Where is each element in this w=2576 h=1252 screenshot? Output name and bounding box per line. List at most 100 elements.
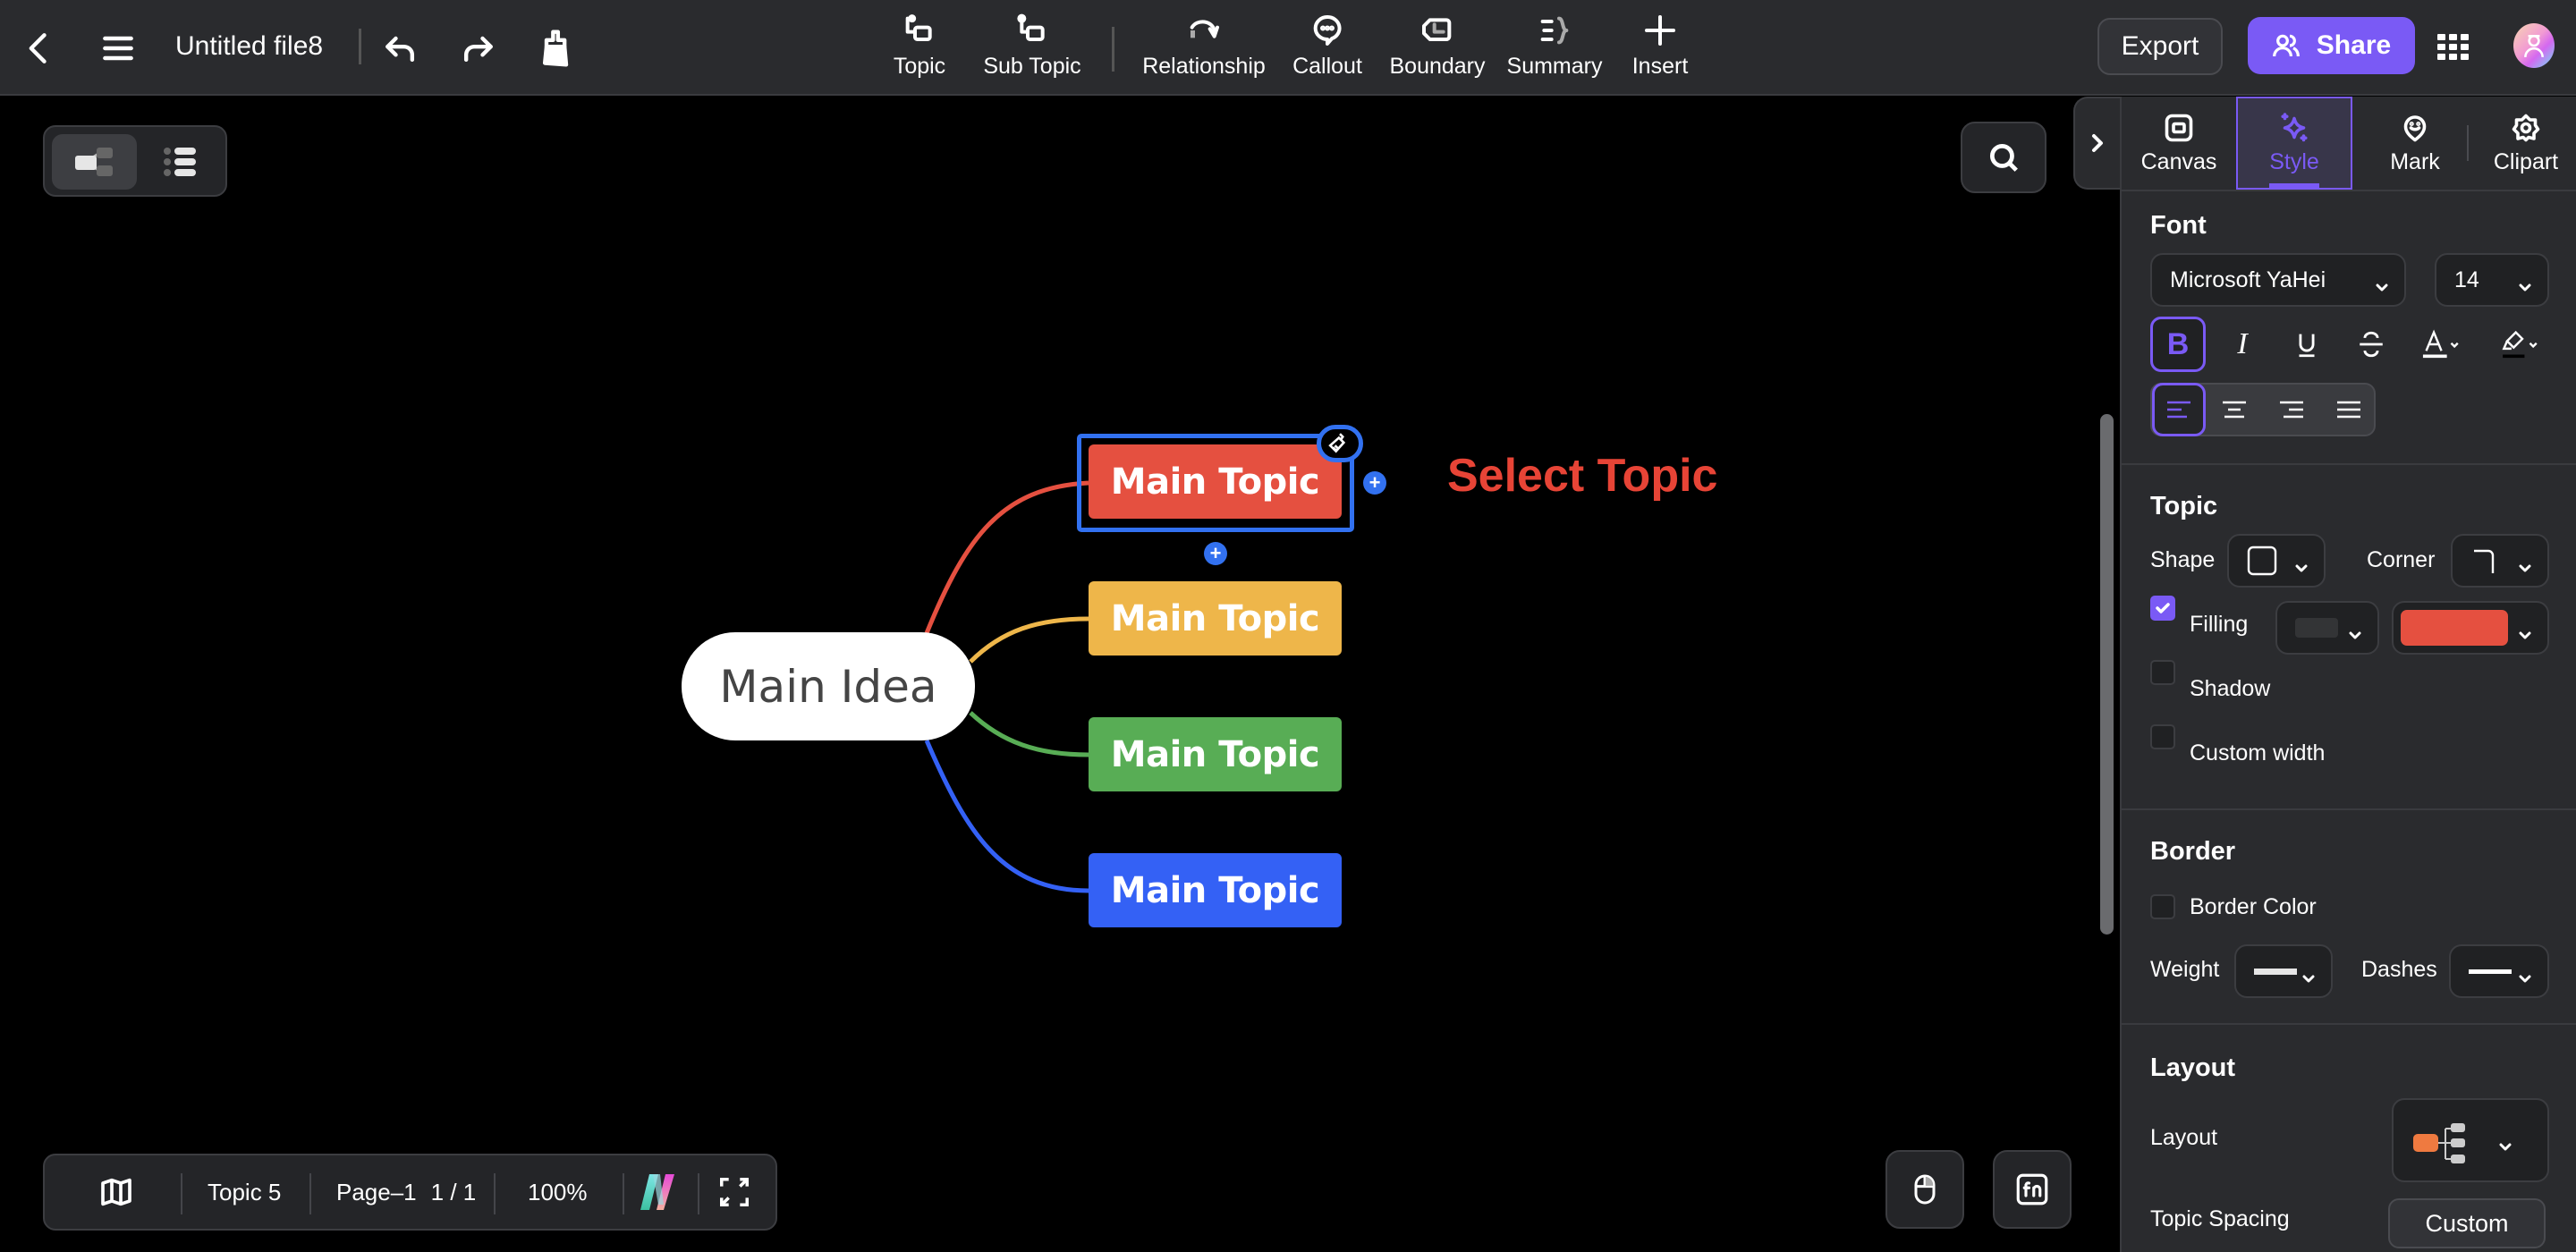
- tool-topic[interactable]: Topic: [886, 13, 953, 88]
- layout-label: Layout: [2150, 1125, 2218, 1150]
- corner-label: Corner: [2367, 547, 2436, 572]
- main-topic-node-1[interactable]: Main Topic: [1089, 444, 1342, 519]
- underline-button[interactable]: [2279, 317, 2334, 372]
- tab-clipart[interactable]: Clipart: [2476, 97, 2576, 190]
- view-mode-toggle: [43, 125, 227, 197]
- canvas-search-button[interactable]: [1961, 122, 2046, 193]
- layout-tree-icon: [2413, 1123, 2465, 1163]
- share-button[interactable]: Share: [2248, 17, 2415, 74]
- main-idea-node[interactable]: Main Idea: [682, 632, 975, 740]
- outline-view-button[interactable]: [148, 134, 219, 190]
- align-right-button[interactable]: [2267, 385, 2317, 435]
- fill-color-select[interactable]: [2392, 601, 2549, 655]
- undo-button[interactable]: [376, 23, 426, 73]
- shape-label: Shape: [2150, 547, 2216, 572]
- font-family-select[interactable]: Microsoft YaHei: [2150, 253, 2406, 307]
- tool-callout[interactable]: Callout: [1288, 13, 1367, 88]
- shortcut-keys-button[interactable]: [1993, 1150, 2072, 1229]
- topic-spacing-label: Topic Spacing: [2150, 1206, 2290, 1231]
- tab-style[interactable]: Style: [2236, 97, 2352, 190]
- chevron-down-icon: [2499, 1134, 2512, 1151]
- main-topic-node-2[interactable]: Main Topic: [1089, 581, 1342, 656]
- undo-icon: [386, 36, 415, 63]
- canvas-scrollbar[interactable]: [2100, 414, 2114, 935]
- custom-width-checkbox[interactable]: [2150, 724, 2175, 749]
- callout-icon: [1313, 14, 1342, 46]
- avatar[interactable]: [2513, 23, 2555, 68]
- dashes-label: Dashes: [2361, 957, 2437, 982]
- format-painter-button[interactable]: [531, 23, 581, 73]
- font-color-icon: [2422, 329, 2459, 359]
- back-button[interactable]: [14, 23, 64, 73]
- fill-style-swatch: [2295, 618, 2338, 638]
- share-label: Share: [2316, 30, 2392, 60]
- minimap-button[interactable]: [98, 1155, 134, 1229]
- shadow-checkbox[interactable]: [2150, 660, 2175, 685]
- tool-relationship[interactable]: Relationship: [1136, 13, 1272, 88]
- map-icon: [101, 1178, 131, 1206]
- page-selector[interactable]: Page–1 1 / 1: [336, 1155, 476, 1229]
- align-left-button[interactable]: [2152, 383, 2206, 436]
- bold-button[interactable]: B: [2150, 317, 2206, 372]
- add-sibling-right-button[interactable]: +: [1363, 471, 1386, 495]
- collapse-panel-button[interactable]: [2073, 97, 2120, 190]
- topic-spacing-custom-button[interactable]: Custom: [2388, 1198, 2546, 1248]
- outline-view-icon: [164, 148, 196, 176]
- font-size-select[interactable]: 14: [2435, 253, 2549, 307]
- italic-button[interactable]: I: [2215, 317, 2270, 372]
- topic-icon: [905, 14, 932, 41]
- add-subtopic-below-button[interactable]: +: [1204, 542, 1227, 565]
- border-weight-select[interactable]: [2234, 944, 2333, 998]
- panel-tabs: Canvas Style Mark Clipart: [2122, 97, 2576, 191]
- chevron-down-icon: [2302, 966, 2315, 983]
- main-topic-node-3[interactable]: Main Topic: [1089, 717, 1342, 791]
- mindmap-canvas[interactable]: [0, 97, 2120, 1252]
- layout-select[interactable]: [2392, 1098, 2549, 1182]
- tool-subtopic[interactable]: Sub Topic: [975, 13, 1089, 88]
- tab-mark[interactable]: Mark: [2361, 97, 2469, 190]
- mindmap-view-icon: [75, 148, 113, 176]
- fill-color-swatch: [2401, 610, 2508, 646]
- border-color-checkbox[interactable]: [2150, 894, 2175, 919]
- subtopic-icon: [1017, 13, 1045, 41]
- border-dashes-select[interactable]: [2449, 944, 2549, 998]
- tab-canvas[interactable]: Canvas: [2129, 97, 2229, 190]
- highlighter-icon: [2502, 330, 2538, 359]
- zoom-level[interactable]: 100%: [528, 1155, 588, 1229]
- fill-style-select[interactable]: [2275, 601, 2379, 655]
- redo-button[interactable]: [453, 23, 503, 73]
- tool-boundary[interactable]: Boundary: [1385, 13, 1490, 88]
- mindmap-view-button[interactable]: [52, 134, 137, 190]
- shape-select[interactable]: [2227, 534, 2326, 588]
- hamburger-icon: [103, 36, 133, 61]
- weight-line-icon: [2254, 968, 2297, 975]
- chevron-down-icon: [2295, 555, 2308, 572]
- select-topic-annotation: Select Topic: [1447, 450, 1718, 502]
- highlight-button[interactable]: [2488, 317, 2556, 372]
- ai-assistant-button[interactable]: [637, 1155, 682, 1229]
- main-topic-node-4[interactable]: Main Topic: [1089, 853, 1342, 927]
- shadow-label: Shadow: [2190, 676, 2271, 701]
- layout-section-title: Layout: [2150, 1053, 2236, 1082]
- page-index: 1 / 1: [430, 1178, 477, 1205]
- topic-section-title: Topic: [2150, 492, 2218, 520]
- align-justify-button[interactable]: [2324, 385, 2374, 435]
- font-color-button[interactable]: [2410, 317, 2478, 372]
- relationship-icon: [1190, 20, 1219, 38]
- topic-style-badge[interactable]: [1317, 425, 1363, 462]
- tool-insert[interactable]: Insert: [1626, 13, 1694, 88]
- mouse-mode-button[interactable]: [1885, 1150, 1964, 1229]
- chevron-down-icon: [2519, 966, 2531, 983]
- export-button[interactable]: Export: [2097, 18, 2223, 75]
- paint-brush-icon: [542, 30, 569, 67]
- menu-button[interactable]: [93, 23, 143, 73]
- apps-grid-icon[interactable]: [2437, 34, 2469, 61]
- divider: [623, 1173, 624, 1214]
- tool-summary[interactable]: Summary: [1506, 13, 1603, 88]
- align-center-button[interactable]: [2209, 385, 2259, 435]
- corner-select[interactable]: [2451, 534, 2549, 588]
- strikethrough-button[interactable]: [2343, 317, 2399, 372]
- file-title[interactable]: Untitled file8: [175, 27, 323, 66]
- fullscreen-button[interactable]: [717, 1155, 751, 1229]
- filling-checkbox[interactable]: [2150, 596, 2175, 621]
